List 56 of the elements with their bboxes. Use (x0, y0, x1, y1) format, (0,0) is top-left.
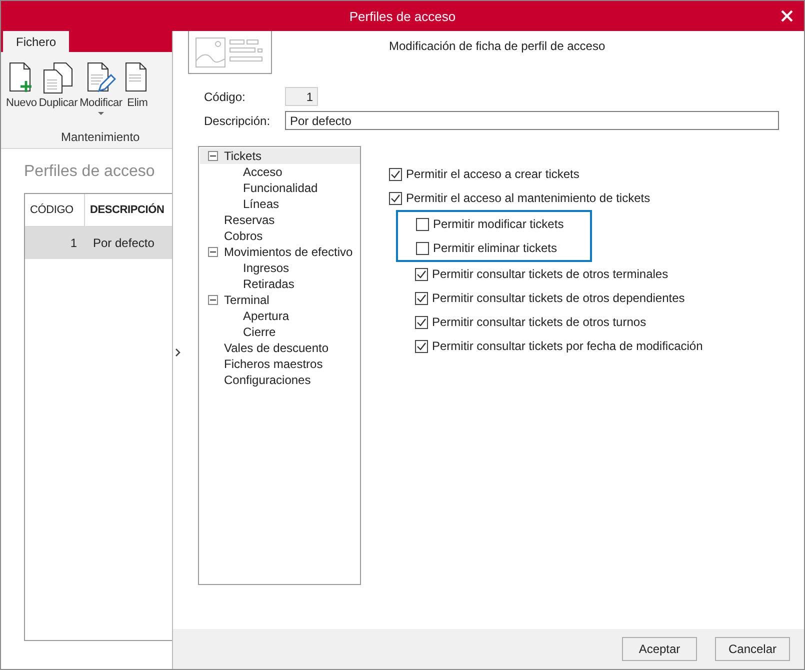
checkbox[interactable] (415, 292, 428, 304)
ribbon-tab[interactable]: Fichero (3, 31, 70, 52)
new-document-icon (8, 62, 34, 94)
tree-item[interactable]: Cierre (200, 324, 360, 340)
dialog-subtitle: Modificación de ficha de perfil de acceso (389, 39, 606, 55)
tree-item[interactable]: Acceso (200, 164, 360, 180)
tree-item[interactable]: Reservas (200, 212, 360, 228)
checkbox[interactable] (415, 316, 428, 328)
checkbox-label: Permitir consultar tickets de otros terminales (432, 267, 668, 281)
cancel-button[interactable]: Cancelar (715, 637, 790, 661)
checkbox-label: Permitir eliminar tickets (433, 241, 558, 255)
tree-item[interactable]: Cobros (200, 228, 360, 244)
checkbox[interactable] (416, 218, 429, 230)
field-label: Descripción: (204, 114, 272, 128)
tree-item[interactable]: Retiradas (200, 276, 360, 292)
field-label: Código: (204, 90, 246, 104)
page-heading: Perfiles de acceso (24, 163, 155, 181)
collapse-icon[interactable] (208, 151, 218, 161)
checkbox[interactable] (389, 168, 402, 180)
window-title: Perfiles de acceso (349, 8, 456, 24)
tree-item[interactable]: Líneas (200, 196, 360, 212)
tree-item[interactable]: Terminal (200, 292, 360, 308)
ribbon-button[interactable]: Elim (124, 62, 150, 122)
ribbon-button[interactable]: Nuevo (6, 62, 37, 122)
tree-item[interactable]: Apertura (200, 308, 360, 324)
tree-item[interactable]: Ingresos (200, 260, 360, 276)
edit-document-icon (86, 62, 116, 94)
copy-documents-icon (42, 62, 74, 94)
collapse-icon[interactable] (208, 295, 218, 305)
checkbox[interactable] (416, 242, 429, 254)
ribbon-button[interactable]: Modificar (80, 62, 122, 122)
tree-item[interactable]: Configuraciones (200, 372, 360, 388)
column-header[interactable]: CÓDIGO (25, 194, 85, 226)
group-label: Mantenimiento (61, 130, 140, 144)
checkbox[interactable] (415, 268, 428, 280)
code-field[interactable]: 1 (285, 87, 318, 106)
chevron-icon[interactable] (175, 348, 181, 357)
checkbox-label: Permitir el acceso al mantenimiento de tickets (406, 191, 650, 205)
table-cell-text: 1 (69, 235, 78, 252)
description-field[interactable]: Por defecto (285, 111, 779, 130)
checkbox-label: Permitir el acceso a crear tickets (406, 167, 580, 181)
tree-item[interactable]: Ficheros maestros (200, 356, 360, 372)
checkbox-label: Permitir modificar tickets (433, 217, 564, 231)
tree-item[interactable]: Movimientos de efectivo (200, 244, 360, 260)
checkbox-label: Permitir consultar tickets de otros dependientes (432, 291, 685, 305)
checkbox-label: Permitir consultar tickets por fecha de modificación (432, 339, 703, 353)
accept-button[interactable]: Aceptar (622, 637, 697, 661)
tree-item[interactable]: Vales de descuento (200, 340, 360, 356)
tree-item[interactable]: Tickets (200, 148, 360, 164)
collapse-icon[interactable] (208, 247, 218, 257)
tree-item[interactable]: Funcionalidad (200, 180, 360, 196)
checkbox-label: Permitir consultar tickets de otros turnos (432, 315, 646, 329)
table-cell-text: Por defecto (92, 235, 156, 252)
ribbon-button[interactable]: Duplicar (38, 62, 78, 122)
checkbox[interactable] (415, 340, 428, 352)
checkbox[interactable] (389, 192, 402, 204)
